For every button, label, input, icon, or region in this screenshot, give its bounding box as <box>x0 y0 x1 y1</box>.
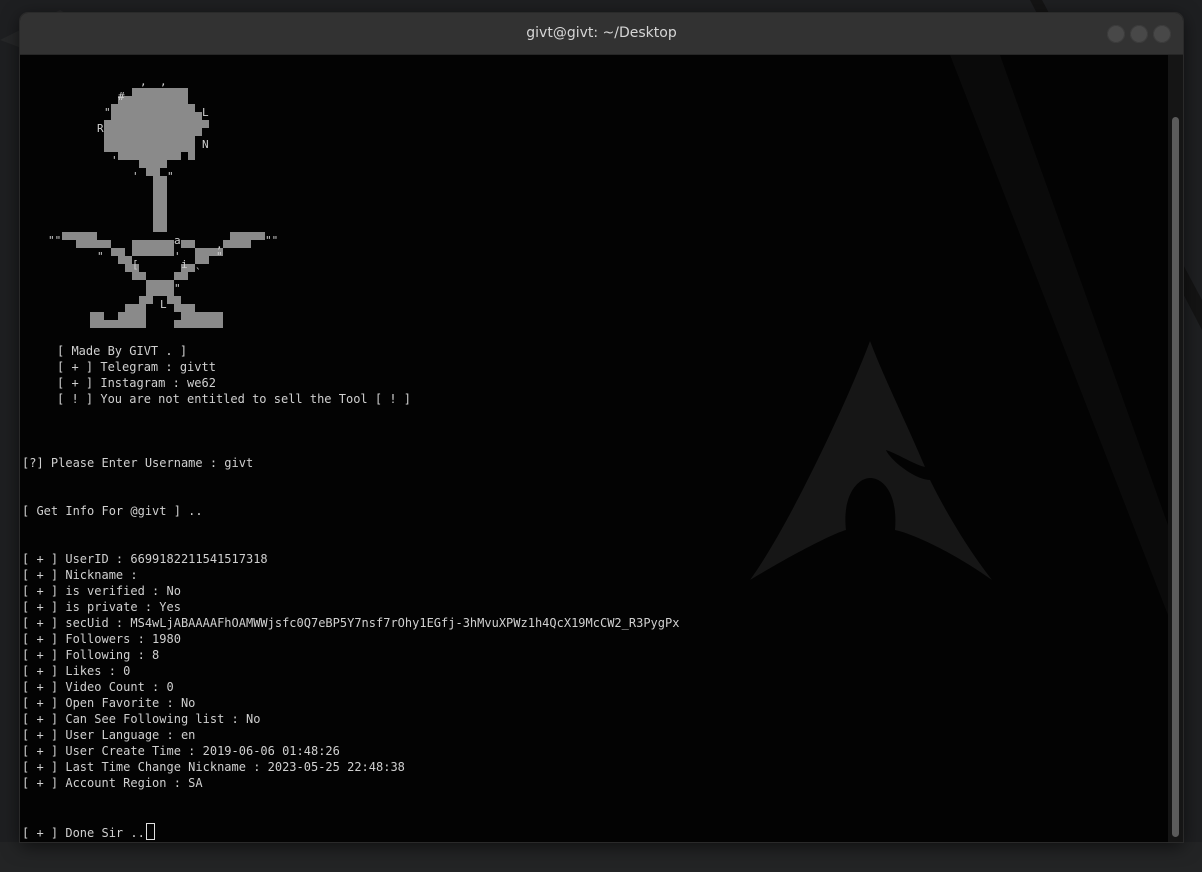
ascii-char: a <box>174 234 181 247</box>
ascii-char: " <box>97 250 104 263</box>
ascii-char: , <box>140 75 147 88</box>
result-line: [ + ] User Create Time : 2019-06-06 01:4… <box>22 744 340 758</box>
result-line: [ + ] Likes : 0 <box>22 664 131 678</box>
ascii-char: ' <box>132 170 139 183</box>
result-line: [ + ] Account Region : SA <box>22 776 203 790</box>
done-text: [ + ] Done Sir .. <box>22 826 145 840</box>
result-line: [ + ] is private : Yes <box>22 600 181 614</box>
result-line: [ + ] Can See Following list : No <box>22 712 261 726</box>
banner-warning: [ ! ] You are not entitled to sell the T… <box>57 392 412 406</box>
text-cursor <box>145 823 155 840</box>
window-title: givt@givt: ~/Desktop <box>526 25 677 41</box>
scrollbar[interactable] <box>1168 55 1183 842</box>
banner-telegram: [ + ] Telegram : givtt <box>57 360 216 374</box>
result-line: [ + ] User Language : en <box>22 728 196 742</box>
banner-made-by: [ Made By GIVT . ] <box>57 344 188 358</box>
ascii-char: L <box>160 298 167 311</box>
result-line: [ + ] Video Count : 0 <box>22 680 174 694</box>
get-info-line: [ Get Info For @givt ] .. <box>22 504 203 518</box>
result-line: [ + ] Last Time Change Nickname : 2023-0… <box>22 760 405 774</box>
terminal-window: givt@givt: ~/Desktop , , # " L R N ' ' "… <box>20 13 1183 842</box>
banner-instagram: [ + ] Instagram : we62 <box>57 376 216 390</box>
result-line: [ + ] Nickname : <box>22 568 138 582</box>
username-prompt: [?] Please Enter Username : givt <box>22 456 254 470</box>
ascii-char: ' <box>111 154 118 167</box>
ascii-char: ' <box>174 250 181 263</box>
ascii-char: L <box>202 106 209 119</box>
close-button[interactable] <box>1153 25 1171 43</box>
ascii-char: i <box>181 258 188 271</box>
ascii-char: " <box>174 282 181 295</box>
ascii-char: " <box>104 106 111 119</box>
ascii-char: , <box>160 75 167 88</box>
title-bar[interactable]: givt@givt: ~/Desktop <box>20 13 1183 55</box>
done-line: [ + ] Done Sir .. <box>22 823 155 840</box>
result-line: [ + ] secUid : MS4wLjABAAAAFhOAMWWjsfc0Q… <box>22 616 680 630</box>
result-line: [ + ] Following : 8 <box>22 648 160 662</box>
ascii-char: ` <box>195 266 202 279</box>
result-line: [ + ] Open Favorite : No <box>22 696 196 710</box>
ascii-art-logo: , , # " L R N ' ' " "" a , "" " [ ' i " … <box>48 75 278 328</box>
result-line: [ + ] Followers : 1980 <box>22 632 181 646</box>
terminal-output[interactable]: , , # " L R N ' ' " "" a , "" " [ ' i " … <box>20 55 1168 842</box>
minimize-button[interactable] <box>1107 25 1125 43</box>
result-line: [ + ] UserID : 6699182211541517318 <box>22 552 268 566</box>
ascii-char: " <box>216 250 223 263</box>
ascii-char: "" <box>265 234 278 247</box>
maximize-button[interactable] <box>1130 25 1148 43</box>
ascii-char: " <box>167 170 174 183</box>
ascii-char: # <box>118 90 125 103</box>
result-line: [ + ] is verified : No <box>22 584 181 598</box>
ascii-char: R <box>97 122 104 135</box>
scrollbar-thumb[interactable] <box>1172 117 1179 837</box>
ascii-char: "" <box>48 234 61 247</box>
ascii-char: N <box>202 138 209 151</box>
ascii-char: [ <box>132 258 139 271</box>
